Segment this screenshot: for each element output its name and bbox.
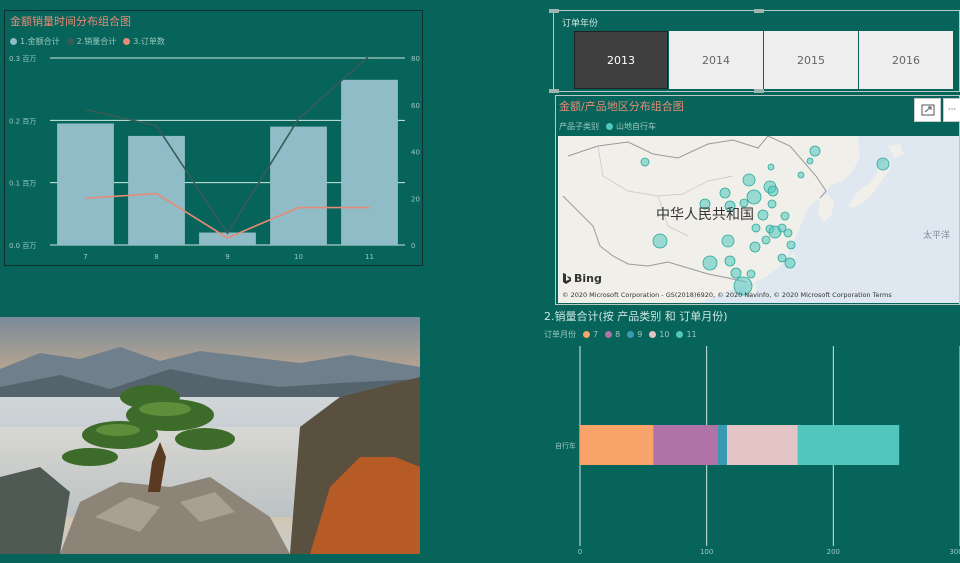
map-bubble — [806, 157, 814, 165]
map-bubble — [784, 257, 796, 269]
map-panel[interactable]: 金额/产品地区分布组合图 ··· 产品子类别 山地自行车 中华人民共和国 太平洋… — [555, 95, 960, 305]
bar-chart-plot: 0 100 200 300 自行车 — [555, 346, 960, 556]
right-tick-label: 40 — [411, 149, 420, 157]
slicer-options: 2013 2014 2015 2016 — [574, 31, 953, 89]
stacked-bar-panel[interactable]: 2.销量合计(按 产品类别 和 订单月份) 订单月份 7 8 9 10 11 0 100 2… — [540, 306, 960, 563]
map-bubble — [702, 255, 718, 271]
resize-handle[interactable] — [754, 9, 764, 13]
combo-chart-panel[interactable]: 金额销量时间分布组合图 1.金额合计 2.销量合计 3.订单数 0.0 百万 0.… — [4, 10, 423, 266]
focus-mode-icon-glyph — [921, 104, 934, 116]
amount-bar[interactable] — [57, 123, 114, 245]
slicer-title: 订单年份 — [562, 19, 599, 29]
map-legend-label: 山地自行车 — [616, 122, 656, 131]
x-tick-label: 9 — [225, 253, 229, 261]
resize-handle[interactable] — [549, 89, 559, 93]
map-bubble — [730, 267, 742, 279]
stacked-bar-segment[interactable] — [718, 425, 727, 465]
map-bubble — [652, 233, 668, 249]
x-tick-label: 7 — [83, 253, 87, 261]
map-legend-title: 产品子类别 — [559, 122, 599, 131]
left-tick-label: 0.3 百万 — [9, 55, 36, 63]
map-bubble — [757, 209, 769, 221]
map-bubble — [780, 211, 790, 221]
amount-bar[interactable] — [128, 135, 185, 245]
right-tick-label: 20 — [411, 195, 420, 203]
map-bubble — [783, 228, 793, 238]
map-bubble — [724, 255, 736, 267]
map-bubble — [797, 171, 805, 179]
map-bubble — [761, 235, 771, 245]
map-bubble — [777, 253, 787, 263]
right-tick-label: 60 — [411, 102, 420, 110]
map-copyright: © 2020 Microsoft Corporation - GS(2018)6… — [562, 291, 892, 299]
map-legend-item[interactable]: 山地自行车 — [606, 121, 656, 132]
map-bubble — [746, 269, 756, 279]
resize-handle[interactable] — [549, 9, 559, 13]
map-base-layer — [558, 136, 904, 303]
map-bubble — [767, 185, 779, 197]
map-bubble — [751, 223, 761, 233]
legend-dot — [606, 123, 613, 130]
landscape-image — [0, 317, 420, 554]
hokkaido — [888, 144, 904, 158]
map-bubble — [767, 163, 775, 171]
x-tick-label: 200 — [827, 548, 840, 556]
stacked-bar-segment[interactable] — [653, 425, 719, 465]
map-bubble — [746, 189, 762, 205]
left-tick-label: 0.2 百万 — [9, 117, 36, 125]
map-canvas[interactable]: 中华人民共和国 太平洋 Bing © 2020 Microsoft Corpor… — [558, 136, 959, 303]
amount-bar[interactable] — [270, 126, 327, 245]
focus-mode-icon[interactable] — [914, 98, 941, 122]
slicer-option-2014[interactable]: 2014 — [669, 31, 763, 89]
map-legend: 产品子类别 山地自行车 — [559, 121, 656, 132]
map-bubble — [719, 187, 731, 199]
map-bubble — [742, 173, 756, 187]
y-category-label: 自行车 — [555, 441, 576, 450]
map-bubble — [876, 157, 890, 171]
stacked-bar-segment[interactable] — [580, 425, 654, 465]
bing-icon — [563, 272, 571, 284]
slicer-option-2013[interactable]: 2013 — [574, 31, 668, 89]
x-tick-label: 10 — [294, 253, 303, 261]
x-tick-label: 8 — [154, 253, 158, 261]
map-title: 金额/产品地区分布组合图 — [559, 100, 684, 113]
x-tick-label: 0 — [578, 548, 582, 556]
map-bubble — [809, 145, 821, 157]
left-tick-label: 0.1 百万 — [9, 180, 36, 188]
resize-handle[interactable] — [754, 89, 764, 93]
slicer-option-2016[interactable]: 2016 — [859, 31, 953, 89]
map-bubble — [767, 199, 777, 209]
bing-label: Bing — [574, 272, 602, 285]
x-tick-label: 100 — [700, 548, 713, 556]
x-tick-label: 300 — [949, 548, 960, 556]
bing-logo: Bing — [562, 272, 602, 285]
slicer-option-2015[interactable]: 2015 — [764, 31, 858, 89]
more-options-icon[interactable]: ··· — [943, 98, 960, 122]
stacked-bar-segment[interactable] — [797, 425, 900, 465]
map-bubble — [640, 157, 650, 167]
combo-chart-plot: 0.0 百万 0.1 百万 0.2 百万 0.3 百万 0 20 40 60 80 7 8 9 10 11 — [9, 55, 420, 261]
amount-bar[interactable] — [341, 79, 398, 245]
ocean-label: 太平洋 — [923, 231, 951, 241]
map-bubble — [721, 234, 735, 248]
landscape-photo — [0, 317, 420, 554]
country-label: 中华人民共和国 — [656, 207, 754, 223]
left-tick-label: 0.0 百万 — [9, 242, 36, 250]
stacked-bar-segment[interactable] — [726, 425, 798, 465]
right-tick-label: 80 — [411, 55, 420, 63]
x-tick-label: 11 — [365, 253, 374, 261]
right-tick-label: 0 — [411, 242, 415, 250]
year-slicer[interactable]: 订单年份 2013 2014 2015 2016 — [549, 9, 960, 93]
map-bubble — [786, 240, 796, 250]
map-bubble — [749, 241, 761, 253]
